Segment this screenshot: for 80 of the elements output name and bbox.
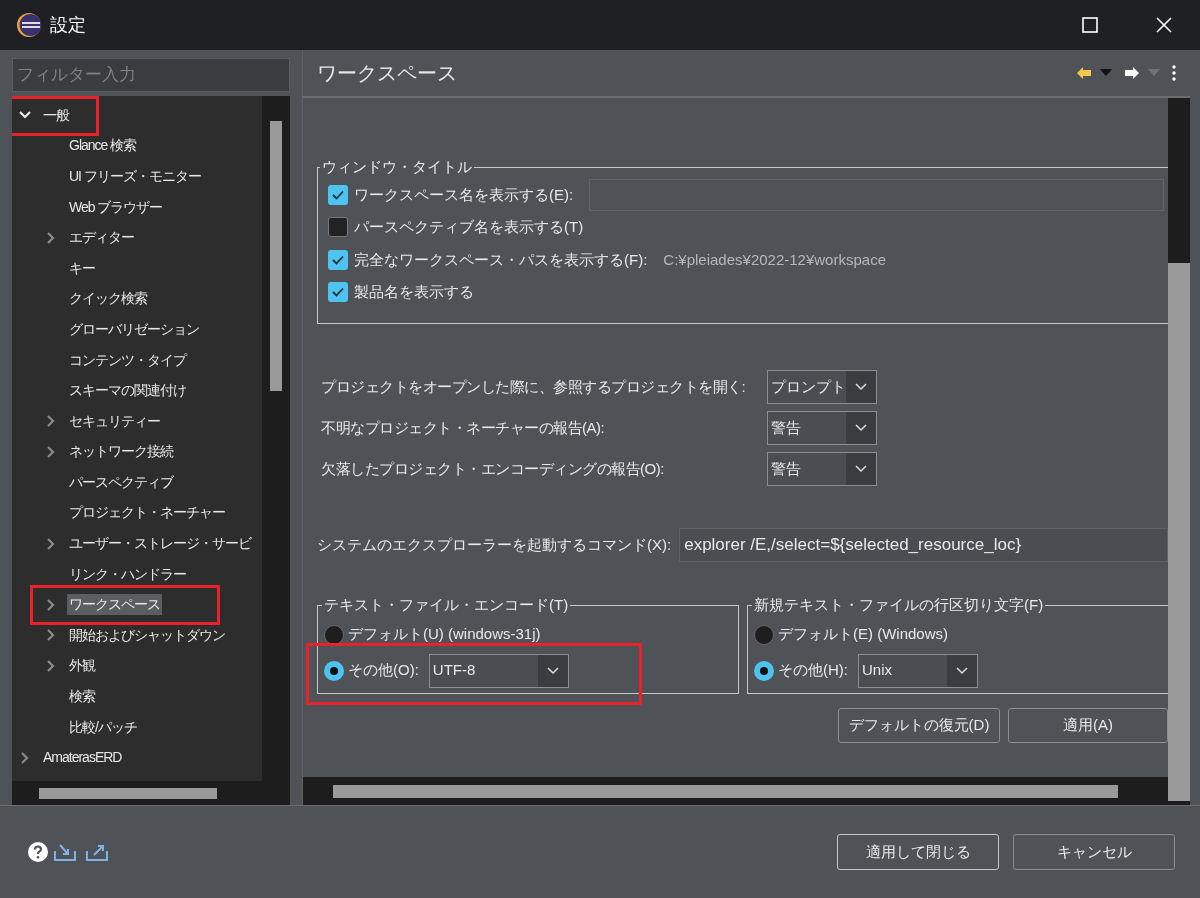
field-label: プロジェクトをオープンした際に、参照するプロジェクトを開く: <box>321 376 747 397</box>
export-icon[interactable] <box>86 843 108 861</box>
tree-item[interactable]: パースペクティブ <box>67 471 175 493</box>
radio-button[interactable] <box>754 660 774 681</box>
back-arrow-icon[interactable] <box>1076 66 1092 80</box>
tree-item[interactable]: 検索 <box>67 686 97 708</box>
dropdown[interactable]: 警告 <box>767 411 877 445</box>
tree-item[interactable]: Web ブラウザー <box>67 196 165 218</box>
tree-item[interactable]: 一般 <box>41 104 71 126</box>
radio-button[interactable] <box>324 660 344 681</box>
tree-item[interactable]: スキーマの関連付け <box>67 380 188 402</box>
tree-item[interactable]: 外観 <box>67 655 97 677</box>
page-title: ワークスペース <box>317 61 457 86</box>
help-icon[interactable] <box>28 842 48 862</box>
import-icon[interactable] <box>54 843 76 861</box>
tree-item[interactable]: ユーザー・ストレージ・サービ <box>67 533 253 555</box>
path-text: C:¥pleiades¥2022-12¥workspace <box>663 249 886 270</box>
forward-arrow-icon[interactable] <box>1124 66 1140 80</box>
field-label: 欠落したプロジェクト・エンコーディングの報告(O): <box>321 458 665 479</box>
scrollbar[interactable] <box>303 777 1168 805</box>
checkbox-label: パースペクティブ名を表示する(T) <box>354 217 584 237</box>
checkbox-label: ワークスペース名を表示する(E): <box>354 184 574 205</box>
group-title: ウィンドウ・タイトル <box>321 157 473 177</box>
tree-item[interactable]: エディター <box>67 227 136 249</box>
dropdown[interactable]: プロンプト <box>767 370 877 404</box>
tree-item[interactable]: AmaterasERD <box>41 747 124 769</box>
scrollbar[interactable] <box>12 781 290 805</box>
radio-button[interactable] <box>754 624 774 645</box>
tree-item[interactable]: Glance 検索 <box>67 135 139 157</box>
tree-item[interactable]: ワークスペース <box>67 594 162 616</box>
menu-icon[interactable] <box>1172 65 1176 81</box>
field-label: システムのエクスプローラーを起動するコマンド(X): <box>317 534 672 555</box>
apply-and-close-button[interactable]: 適用して閉じる <box>837 834 999 870</box>
field-label: 不明なプロジェクト・ネーチャーの報告(A): <box>321 417 606 438</box>
tree-item[interactable]: 比較/パッチ <box>67 716 139 738</box>
tree-item[interactable]: ネットワーク接続 <box>67 441 175 463</box>
checkbox[interactable] <box>328 249 348 270</box>
filter-field[interactable]: フィルター入力 <box>12 58 290 92</box>
scrollbar[interactable] <box>1168 98 1190 805</box>
window-title: 設定 <box>50 13 86 37</box>
tree-item[interactable]: コンテンツ・タイプ <box>67 349 188 371</box>
group-title: 新規テキスト・ファイルの行区切り文字(F) <box>753 595 1045 615</box>
tree-item[interactable]: キー <box>67 257 97 279</box>
tree-item[interactable]: グローバリゼーション <box>67 318 201 340</box>
command-field[interactable]: explorer /E,/select=${selected_resource_loc} <box>679 528 1168 562</box>
tree-item[interactable]: クイック検索 <box>67 288 149 310</box>
dropdown-arrow-icon[interactable] <box>1100 69 1112 77</box>
app-logo-icon <box>16 12 42 38</box>
cancel-button[interactable]: キャンセル <box>1013 834 1175 870</box>
dropdown[interactable]: UTF-8 <box>428 653 569 688</box>
chevron-down-icon[interactable] <box>546 666 559 675</box>
radio-label: その他(H): <box>778 660 848 681</box>
group-title: テキスト・ファイル・エンコード(T) <box>323 595 570 615</box>
maximize-icon[interactable] <box>1082 17 1098 33</box>
tree-item[interactable]: セキュリティー <box>67 410 162 432</box>
tree-item[interactable]: UI フリーズ・モニター <box>67 165 203 187</box>
restore-defaults-button[interactable]: デフォルトの復元(D) <box>838 708 1000 743</box>
chevron-down-icon[interactable] <box>855 465 867 473</box>
scrollbar[interactable] <box>262 95 290 781</box>
dropdown-arrow-icon <box>1148 69 1160 77</box>
tree-item[interactable]: 開始およびシャットダウン <box>67 624 227 646</box>
tree-item[interactable]: リンク・ハンドラー <box>67 563 188 585</box>
chevron-down-icon[interactable] <box>956 666 968 675</box>
checkbox-label: 完全なワークスペース・パスを表示する(F): <box>354 249 648 270</box>
checkbox[interactable] <box>328 184 348 205</box>
dropdown[interactable]: Unix <box>858 653 978 688</box>
chevron-down-icon[interactable] <box>855 383 867 391</box>
radio-button[interactable] <box>324 624 344 645</box>
checkbox-label: 製品名を表示する <box>354 282 474 302</box>
apply-button[interactable]: 適用(A) <box>1008 708 1168 743</box>
checkbox[interactable] <box>328 282 348 303</box>
checkbox[interactable] <box>328 217 348 238</box>
close-icon[interactable] <box>1156 17 1172 33</box>
chevron-down-icon[interactable] <box>855 424 867 432</box>
dropdown[interactable]: 警告 <box>767 452 877 486</box>
radio-label: デフォルト(U) (windows-31j) <box>348 624 541 645</box>
tree-item[interactable]: プロジェクト・ネーチャー <box>67 502 227 524</box>
check-icon <box>331 285 345 300</box>
radio-label: デフォルト(E) (Windows) <box>778 624 948 645</box>
radio-label: その他(O): <box>348 660 419 681</box>
